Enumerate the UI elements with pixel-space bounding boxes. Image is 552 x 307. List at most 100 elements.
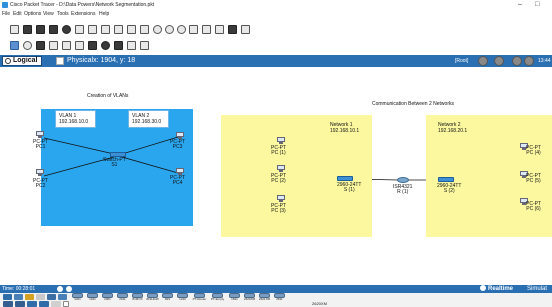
router-icon[interactable] xyxy=(397,177,409,183)
inspect-icon[interactable] xyxy=(23,41,32,50)
freeform-icon[interactable] xyxy=(114,41,123,50)
network-devices-icon[interactable] xyxy=(3,294,12,300)
logical-workspace-canvas[interactable]: Creation of VLANs VLAN 1 192.168.10.0 VL… xyxy=(0,67,552,285)
rpc4-label: PC-PT PC (4) xyxy=(526,146,541,156)
maximize-button[interactable]: □ xyxy=(535,0,539,10)
info-icon[interactable] xyxy=(62,25,71,34)
security-category-icon[interactable] xyxy=(51,301,61,307)
connections-icon[interactable] xyxy=(36,294,45,300)
clock-icon xyxy=(524,56,534,66)
rpc4-name: PC (4) xyxy=(526,150,541,156)
menu-tools[interactable]: Tools xyxy=(57,10,69,18)
draw-line-icon[interactable] xyxy=(75,41,84,50)
model-label: 829 xyxy=(164,297,170,301)
packet-tracer-window: Cisco Packet Tracer - D:\Data Powers\Net… xyxy=(0,0,552,307)
components-icon[interactable] xyxy=(25,294,34,300)
menu-help[interactable]: Help xyxy=(99,10,109,18)
realtime-mode-tab[interactable]: Realtime xyxy=(480,285,513,293)
switches-category-icon[interactable] xyxy=(15,301,25,307)
cluster-icon[interactable] xyxy=(494,56,504,66)
logical-tab[interactable]: Logical xyxy=(2,56,42,66)
model-1841[interactable]: 1841 xyxy=(228,293,241,301)
simulation-mode-tab[interactable]: Simulat xyxy=(527,285,547,293)
misc-icon[interactable] xyxy=(47,294,56,300)
wireless-category-icon[interactable] xyxy=(39,301,49,307)
model-label: 2901 xyxy=(104,297,111,301)
pc-icon[interactable] xyxy=(36,169,44,176)
routers-category-icon[interactable] xyxy=(3,301,13,307)
redo-icon[interactable] xyxy=(140,25,149,34)
copy-icon[interactable] xyxy=(101,25,110,34)
model-2621xm[interactable]: 2621XM xyxy=(258,293,271,301)
menu-view[interactable]: View xyxy=(43,10,54,18)
rs2-name: S (2) xyxy=(443,188,455,194)
image-icon[interactable] xyxy=(241,25,250,34)
zoom-out-icon[interactable] xyxy=(177,25,186,34)
network-wizard-icon[interactable] xyxy=(75,25,84,34)
add-simple-pdu-icon[interactable] xyxy=(127,41,136,50)
model-1941[interactable]: 1941 xyxy=(86,293,99,301)
pc-icon[interactable] xyxy=(176,132,184,139)
undo-icon[interactable] xyxy=(127,25,136,34)
model-pt-router[interactable]: PT-Router xyxy=(191,293,208,301)
switch-icon[interactable] xyxy=(438,177,454,182)
model-4321[interactable]: 4321 xyxy=(71,293,84,301)
physical-view-icon[interactable] xyxy=(215,25,224,34)
model-829[interactable]: 829 xyxy=(161,293,174,301)
pc-icon[interactable] xyxy=(36,131,44,138)
resize-shape-icon[interactable] xyxy=(49,41,58,50)
pc-icon[interactable] xyxy=(277,165,285,172)
back-icon[interactable] xyxy=(478,56,488,66)
draw-rectangle-icon[interactable] xyxy=(88,41,97,50)
custom-device-icon[interactable] xyxy=(202,25,211,34)
model-819iox[interactable]: 819IOX xyxy=(131,293,144,301)
model-1240[interactable]: 1240 xyxy=(176,293,189,301)
minimize-button[interactable]: – xyxy=(518,0,522,10)
paste-icon[interactable] xyxy=(114,25,123,34)
physical-tab[interactable]: Physicalx: 1904, y: 18 xyxy=(67,56,135,66)
pc-icon[interactable] xyxy=(277,195,285,202)
model-pt-empty[interactable]: PT-Empty xyxy=(209,293,226,301)
model-2901[interactable]: 2901 xyxy=(101,293,114,301)
model-label: 4321 xyxy=(74,297,81,301)
pc-icon[interactable] xyxy=(277,137,285,144)
physical-view-icon[interactable] xyxy=(56,57,64,65)
delete-icon[interactable] xyxy=(36,41,45,50)
menu-extensions[interactable]: Extensions xyxy=(71,10,95,18)
activity-wizard-icon[interactable] xyxy=(88,25,97,34)
hubs-category-icon[interactable] xyxy=(27,301,37,307)
drawing-palette-icon[interactable] xyxy=(189,25,198,34)
rpc1-name: PC (1) xyxy=(271,150,286,156)
switch-icon[interactable] xyxy=(337,176,353,181)
note-icon[interactable] xyxy=(62,41,71,50)
menu-edit[interactable]: Edit xyxy=(13,10,22,18)
draw-ellipse-icon[interactable] xyxy=(101,41,110,50)
model-2911[interactable]: 2911 xyxy=(116,293,129,301)
menu-file[interactable]: File xyxy=(2,10,10,18)
open-folder-icon[interactable] xyxy=(23,25,32,34)
select-tool-icon[interactable] xyxy=(10,41,19,50)
viewport-icon[interactable] xyxy=(228,25,237,34)
model-2620xm[interactable]: 2620XM xyxy=(243,293,256,301)
menu-options[interactable]: Options xyxy=(24,10,41,18)
end-devices-icon[interactable] xyxy=(14,294,23,300)
pc-icon[interactable] xyxy=(176,168,184,175)
root-breadcrumb[interactable]: [Root] xyxy=(455,56,468,66)
fast-forward-icon[interactable] xyxy=(66,286,72,292)
power-cycle-icon[interactable] xyxy=(57,286,63,292)
pc2-label: PC-PT PC2 xyxy=(33,179,48,189)
save-icon[interactable] xyxy=(36,25,45,34)
model-819hgw[interactable]: 819HGW xyxy=(146,293,159,301)
zoom-reset-icon[interactable] xyxy=(165,25,174,34)
multiuser-icon[interactable] xyxy=(58,294,67,300)
zoom-in-icon[interactable] xyxy=(153,25,162,34)
model-label: 1240 xyxy=(179,297,186,301)
print-icon[interactable] xyxy=(49,25,58,34)
model-2811[interactable]: 2811 xyxy=(273,293,286,301)
model-label: 2911 xyxy=(119,297,126,301)
scroll-left-icon[interactable] xyxy=(63,301,69,307)
add-complex-pdu-icon[interactable] xyxy=(140,41,149,50)
viewport-toggle-icon[interactable] xyxy=(512,56,522,66)
pc3-label: PC-PT PC3 xyxy=(170,140,185,150)
new-file-icon[interactable] xyxy=(10,25,19,34)
